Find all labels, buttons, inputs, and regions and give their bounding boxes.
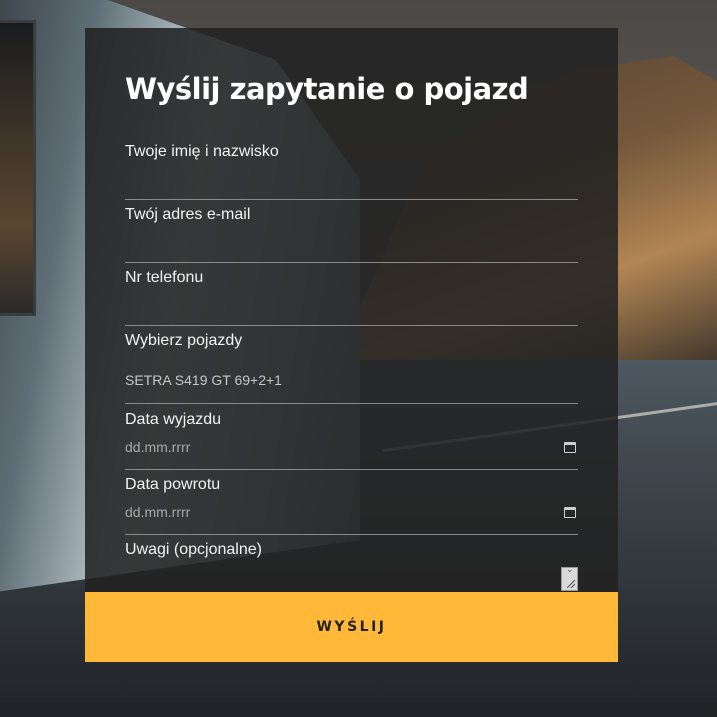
departure-date-field[interactable]: Data wyjazdu dd.mm.rrrr: [125, 411, 578, 470]
return-label: Data powrotu: [125, 476, 221, 493]
name-label: Twoje imię i nazwisko: [125, 143, 279, 160]
departure-placeholder: dd.mm.rrrr: [125, 439, 191, 455]
notes-textarea[interactable]: Uwagi (opcjonalne): [125, 541, 578, 591]
return-date-field[interactable]: Data powrotu dd.mm.rrrr: [125, 476, 578, 535]
form-title: Wyślij zapytanie o pojazd: [125, 72, 529, 106]
calendar-icon[interactable]: [564, 507, 576, 518]
phone-field[interactable]: Nr telefonu: [125, 269, 578, 326]
vehicle-selected-value: SETRA S419 GT 69+2+1: [125, 372, 282, 388]
inquiry-form: Wyślij zapytanie o pojazd Twoje imię i n…: [85, 28, 618, 662]
vehicle-underline: [125, 403, 578, 404]
calendar-icon[interactable]: [564, 442, 576, 453]
departure-label: Data wyjazdu: [125, 411, 222, 428]
vehicle-select[interactable]: Wybierz pojazdy SETRA S419 GT 69+2+1: [125, 332, 578, 405]
name-field[interactable]: Twoje imię i nazwisko: [125, 143, 578, 200]
vehicle-label: Wybierz pojazdy: [125, 332, 243, 349]
name-underline: [125, 199, 578, 200]
email-underline: [125, 262, 578, 263]
phone-label: Nr telefonu: [125, 269, 204, 286]
bus-window: [0, 20, 36, 316]
departure-underline: [125, 469, 578, 470]
phone-underline: [125, 325, 578, 326]
email-field[interactable]: Twój adres e-mail: [125, 206, 578, 263]
notes-label: Uwagi (opcjonalne): [125, 541, 262, 558]
resize-handle-icon[interactable]: [561, 564, 578, 591]
submit-button[interactable]: WYŚLIJ: [85, 592, 618, 662]
return-underline: [125, 534, 578, 535]
email-label: Twój adres e-mail: [125, 206, 251, 223]
return-placeholder: dd.mm.rrrr: [125, 504, 191, 520]
